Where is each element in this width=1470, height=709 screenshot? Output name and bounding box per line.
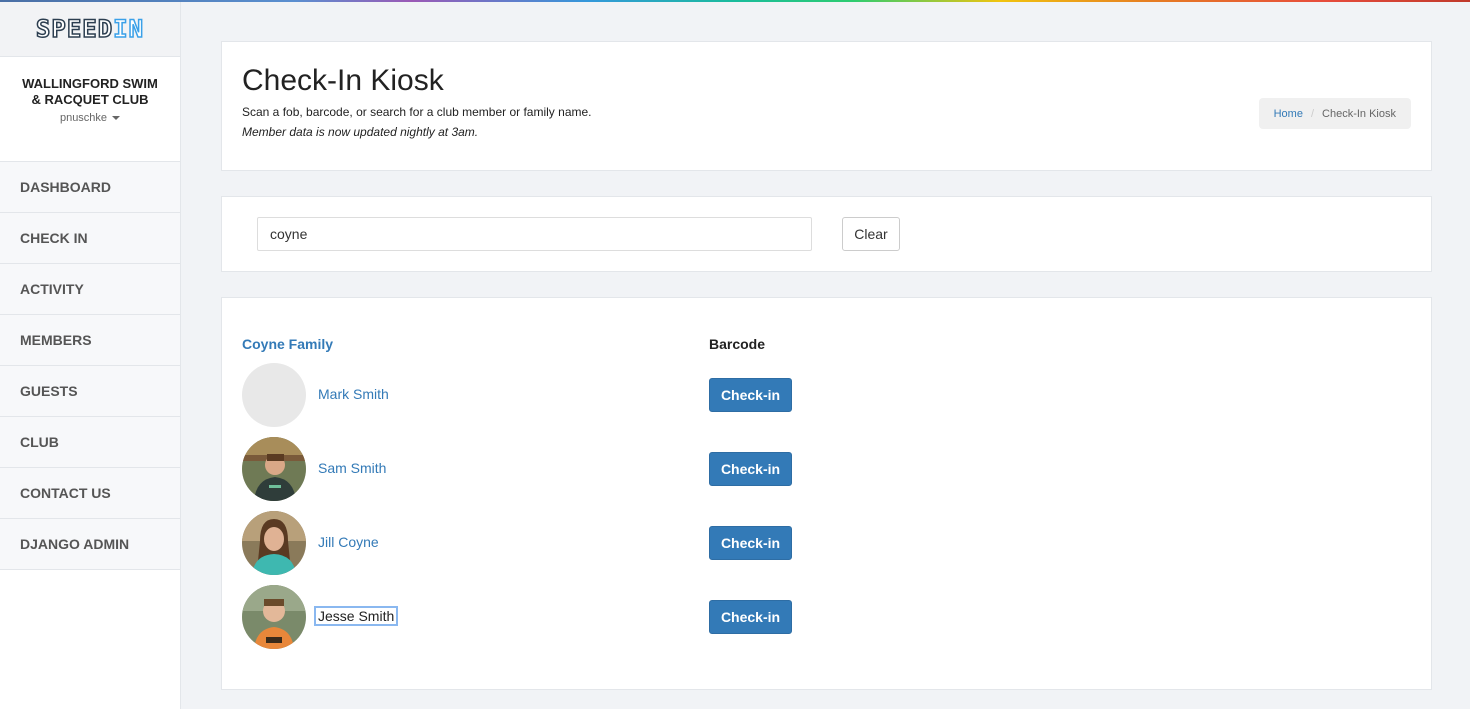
sidebar: SPEEDIN WALLINGFORD SWIM & RACQUET CLUB … [0, 2, 181, 709]
breadcrumb-separator: / [1310, 107, 1315, 120]
sidebar-item-django-admin[interactable]: DJANGO ADMIN [0, 519, 180, 570]
member-row: Mark Smith Check-in [242, 363, 802, 427]
check-in-button[interactable]: Check-in [709, 452, 792, 486]
sidebar-item-check-in[interactable]: CHECK IN [0, 213, 180, 264]
breadcrumb-current: Check-In Kiosk [1322, 107, 1396, 120]
user-menu[interactable]: pnuschke [59, 112, 121, 124]
sidebar-item-guests[interactable]: GUESTS [0, 366, 180, 417]
check-in-button[interactable]: Check-in [709, 600, 792, 634]
page-header-panel: Check-In Kiosk Scan a fob, barcode, or s… [221, 41, 1432, 171]
club-name: WALLINGFORD SWIM & RACQUET CLUB [22, 76, 158, 107]
breadcrumb: Home / Check-In Kiosk [1258, 98, 1411, 129]
results-panel: Coyne Family Barcode Mark Smith Check-in… [221, 297, 1432, 690]
username: pnuschke [59, 112, 108, 124]
check-in-button[interactable]: Check-in [709, 526, 792, 560]
member-row: Sam Smith Check-in [242, 437, 802, 501]
sidebar-nav: DASHBOARD CHECK IN ACTIVITY MEMBERS GUES… [0, 162, 180, 570]
speedin-logo[interactable]: SPEEDIN [35, 14, 144, 44]
member-name-link[interactable]: Sam Smith [318, 460, 386, 476]
avatar [242, 585, 306, 649]
data-update-note: Member data is now updated nightly at 3a… [242, 125, 479, 139]
member-row: Jesse Smith Check-in [242, 585, 802, 649]
sidebar-item-club[interactable]: CLUB [0, 417, 180, 468]
avatar-placeholder [242, 363, 306, 427]
search-input[interactable] [257, 217, 812, 251]
caret-down-icon [112, 116, 121, 120]
top-accent-bar [0, 0, 1470, 2]
barcode-column-header: Barcode [709, 336, 766, 352]
sidebar-item-members[interactable]: MEMBERS [0, 315, 180, 366]
member-name-link[interactable]: Jill Coyne [318, 534, 379, 550]
check-in-button[interactable]: Check-in [709, 378, 792, 412]
page-subtitle: Scan a fob, barcode, or search for a clu… [242, 105, 592, 119]
family-name-link[interactable]: Coyne Family [242, 336, 333, 352]
sidebar-item-contact-us[interactable]: CONTACT US [0, 468, 180, 519]
sidebar-item-activity[interactable]: ACTIVITY [0, 264, 180, 315]
member-name-link[interactable]: Mark Smith [318, 386, 389, 402]
clear-button[interactable]: Clear [842, 217, 900, 251]
logo-bar: SPEEDIN [0, 2, 180, 57]
page-title: Check-In Kiosk [242, 64, 444, 97]
member-row: Jill Coyne Check-in [242, 511, 802, 575]
avatar [242, 511, 306, 575]
sidebar-item-dashboard[interactable]: DASHBOARD [0, 162, 180, 213]
search-panel: Clear [221, 196, 1432, 272]
club-info: WALLINGFORD SWIM & RACQUET CLUB pnuschke [0, 57, 180, 162]
avatar [242, 437, 306, 501]
breadcrumb-home-link[interactable]: Home [1274, 108, 1303, 120]
member-name-link[interactable]: Jesse Smith [313, 606, 399, 626]
